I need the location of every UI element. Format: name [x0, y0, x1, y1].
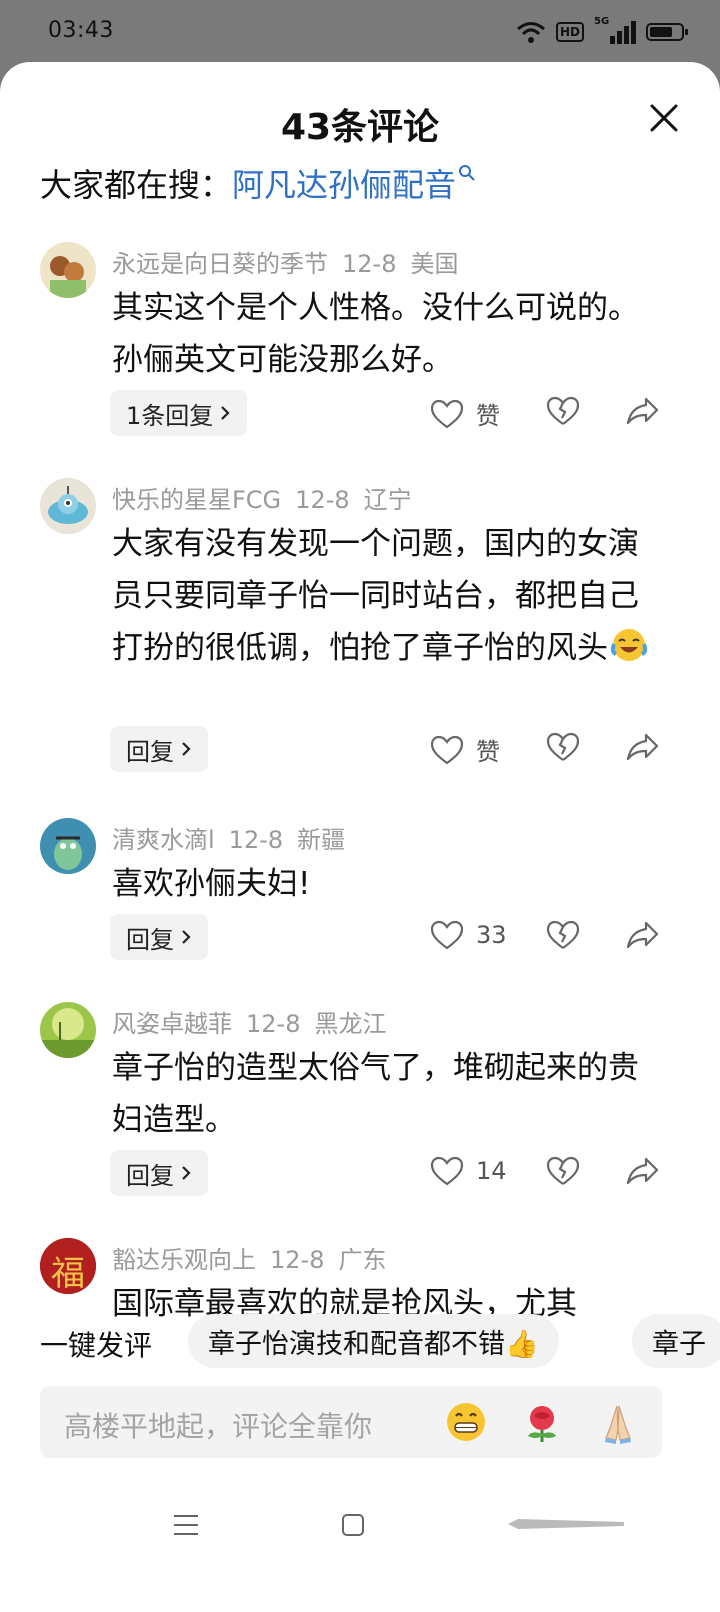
- status-bar: 03:43 HD 5G: [0, 0, 720, 64]
- broken-heart-icon[interactable]: [546, 920, 580, 950]
- grin-emoji-icon[interactable]: [444, 1400, 488, 1444]
- comment-item: 永远是向日葵的季节 12-8 美国 其实这个是个人性格。没什么可说的。 孙俪英文可能…: [0, 238, 720, 458]
- comment-location: 新疆: [297, 826, 346, 854]
- comment-text: 其实这个是个人性格。没什么可说的。 孙俪英文可能没那么好。: [112, 290, 639, 378]
- share-icon[interactable]: [626, 1156, 660, 1186]
- comment-location: 黑龙江: [314, 1010, 387, 1038]
- battery-icon: [646, 23, 688, 41]
- reply-label: 回复: [126, 1161, 174, 1190]
- share-icon[interactable]: [626, 396, 660, 426]
- comment-username[interactable]: 豁达乐观向上: [112, 1246, 256, 1274]
- comment-item: 快乐的星星FCG 12-8 辽宁 大家有没有发现一个问题，国内的女演员只要同章子怡一…: [0, 474, 720, 794]
- comment-text: 大家有没有发现一个问题，国内的女演员只要同章子怡一同时站台，都把自己打扮的很低调…: [112, 518, 652, 680]
- comment-input-placeholder: 高楼平地起，评论全靠你: [64, 1410, 373, 1443]
- comment-text: 喜欢孙俪夫妇!: [112, 866, 311, 902]
- share-icon[interactable]: [626, 920, 660, 950]
- like-button[interactable]: 赞: [430, 396, 500, 431]
- broken-heart-icon[interactable]: [546, 396, 580, 426]
- comment-username[interactable]: 风姿卓越菲: [112, 1010, 232, 1038]
- comments-sheet: 43条评论 大家都在搜：阿凡达孙俪配音 永远是向日葵的季节 12-8 美国 其实这个…: [0, 62, 720, 1612]
- hd-badge: HD: [555, 22, 584, 42]
- trending-search: 大家都在搜：阿凡达孙俪配音: [40, 160, 476, 206]
- reply-button[interactable]: 回复: [110, 726, 208, 772]
- comment-location: 广东: [338, 1246, 387, 1274]
- quick-comment-row: 一键发评 章子怡演技和配音都不错👍 章子: [0, 1310, 720, 1372]
- quick-comment-chip[interactable]: 章子: [632, 1314, 720, 1368]
- comment-actions: 赞: [430, 726, 690, 772]
- trending-search-link[interactable]: 阿凡达孙俪配音: [232, 166, 456, 204]
- menu-icon[interactable]: [172, 1512, 200, 1538]
- laugh-cry-emoji-icon: [610, 626, 648, 680]
- comment-meta: 风姿卓越菲 12-8 黑龙江: [112, 1004, 400, 1039]
- system-nav-bar: [0, 1494, 720, 1574]
- comment-item: 风姿卓越菲 12-8 黑龙江 章子怡的造型太俗气了，堆砌起来的贵妇造型。 回复 14: [0, 998, 720, 1218]
- comment-list: 永远是向日葵的季节 12-8 美国 其实这个是个人性格。没什么可说的。 孙俪英文可能…: [0, 230, 720, 1370]
- signal-5g-icon: 5G: [594, 16, 636, 44]
- reply-label: 回复: [126, 925, 174, 954]
- comment-date: 12-8: [295, 486, 350, 514]
- reply-button[interactable]: 回复: [110, 1150, 208, 1196]
- close-icon[interactable]: [646, 100, 682, 136]
- home-icon[interactable]: [340, 1512, 366, 1538]
- comment-username[interactable]: 永远是向日葵的季节: [112, 250, 328, 278]
- chevron-right-icon: [182, 742, 191, 756]
- comment-date: 12-8: [228, 826, 284, 854]
- status-time: 03:43: [48, 18, 114, 43]
- comment-date: 12-8: [270, 1246, 325, 1274]
- comment-meta: 快乐的星星FCG 12-8 辽宁: [112, 480, 426, 515]
- comment-text: 章子怡的造型太俗气了，堆砌起来的贵妇造型。: [112, 1050, 639, 1138]
- avatar[interactable]: [40, 818, 96, 874]
- like-button[interactable]: 14: [430, 1156, 507, 1186]
- chevron-right-icon: [182, 930, 191, 944]
- heart-icon: [430, 920, 464, 950]
- avatar-char: 福: [51, 1254, 85, 1294]
- avatar[interactable]: [40, 1002, 96, 1058]
- comment-location: 辽宁: [363, 486, 412, 514]
- comment-item: 清爽水滴l 12-8 新疆 喜欢孙俪夫妇! 回复 33: [0, 814, 720, 984]
- comment-date: 12-8: [342, 250, 397, 278]
- wifi-icon: [517, 22, 545, 43]
- like-button[interactable]: 赞: [430, 732, 500, 767]
- heart-icon: [430, 1156, 464, 1186]
- rose-emoji-icon[interactable]: [520, 1400, 564, 1444]
- share-icon[interactable]: [626, 732, 660, 762]
- heart-icon: [430, 735, 464, 764]
- sheet-title: 43条评论: [280, 107, 440, 148]
- like-button[interactable]: 33: [430, 920, 507, 950]
- reply-label: 1条回复: [126, 401, 214, 430]
- heart-icon: [430, 399, 464, 428]
- comment-meta: 清爽水滴l 12-8 新疆: [112, 820, 359, 855]
- broken-heart-icon[interactable]: [546, 732, 580, 762]
- avatar[interactable]: 福: [40, 1238, 96, 1294]
- back-icon[interactable]: [506, 1516, 626, 1532]
- search-icon: [459, 165, 475, 181]
- status-icons: HD 5G: [516, 16, 688, 46]
- quick-comment-chip[interactable]: 章子怡演技和配音都不错👍: [188, 1314, 559, 1368]
- comment-location: 美国: [410, 250, 459, 278]
- reply-label: 回复: [126, 737, 174, 766]
- reply-button[interactable]: 1条回复: [110, 390, 248, 436]
- broken-heart-icon[interactable]: [546, 1156, 580, 1186]
- like-count: 33: [476, 921, 507, 949]
- comment-actions: 33: [430, 914, 690, 960]
- comment-input[interactable]: 高楼平地起，评论全靠你: [40, 1386, 662, 1458]
- comment-actions: 14: [430, 1150, 690, 1196]
- avatar[interactable]: [40, 242, 96, 298]
- quick-comment-label: 一键发评: [40, 1329, 153, 1362]
- comment-meta: 永远是向日葵的季节 12-8 美国: [112, 244, 472, 279]
- comment-actions: 赞: [430, 390, 690, 436]
- reply-button[interactable]: 回复: [110, 914, 208, 960]
- like-count: 14: [476, 1157, 507, 1185]
- avatar[interactable]: [40, 478, 96, 534]
- chevron-right-icon: [221, 406, 230, 420]
- comment-username[interactable]: 快乐的星星FCG: [112, 486, 281, 514]
- like-count: 赞: [476, 402, 500, 430]
- like-count: 赞: [476, 738, 500, 766]
- comment-username[interactable]: 清爽水滴l: [112, 826, 215, 854]
- pray-emoji-icon[interactable]: [596, 1400, 640, 1444]
- comment-meta: 豁达乐观向上 12-8 广东: [112, 1240, 400, 1275]
- comment-date: 12-8: [246, 1010, 301, 1038]
- trending-search-prefix: 大家都在搜：: [40, 166, 233, 204]
- chevron-right-icon: [182, 1166, 191, 1180]
